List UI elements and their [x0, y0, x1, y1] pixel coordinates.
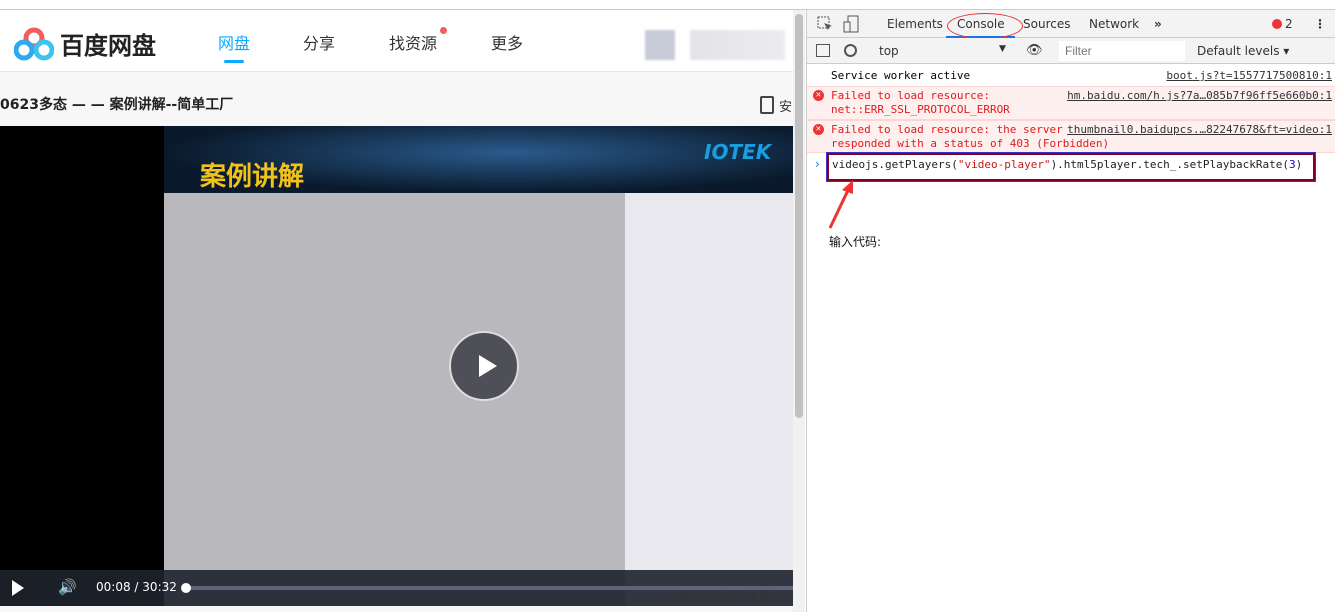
context-dropdown-icon[interactable]: ▼: [999, 44, 1006, 54]
slide-title: 案例讲解: [200, 162, 305, 192]
phone-icon[interactable]: [760, 96, 774, 114]
annotation-circle: [947, 13, 1023, 39]
error-icon: ✕: [813, 124, 824, 135]
eye-icon[interactable]: 👁: [1026, 43, 1043, 58]
prompt-icon: ›: [815, 157, 820, 171]
device-toolbar-icon[interactable]: [843, 15, 859, 33]
time-display: 00:08 / 30:32: [96, 580, 177, 594]
video-player[interactable]: 案例讲解 IOTEK 🔊 00:08 / 30:32 上海海同信息科技有限公司: [0, 126, 793, 606]
user-avatar-blurred[interactable]: [645, 30, 785, 60]
kebab-menu-icon[interactable]: ⋮: [1314, 17, 1326, 31]
header: 百度网盘 网盘 分享 找资源 更多: [0, 10, 793, 72]
message-source-link[interactable]: boot.js?t=1557717500810:1: [1166, 69, 1332, 83]
current-time: 00:08: [96, 580, 131, 594]
message-text: Service worker active: [831, 69, 971, 82]
code-part: ).html5player.tech_.setPlaybackRate(: [1050, 158, 1289, 171]
code-part: ): [1295, 158, 1303, 171]
scrollbar-thumb[interactable]: [795, 14, 803, 418]
more-tabs-button[interactable]: »: [1154, 17, 1162, 31]
play-icon[interactable]: [12, 580, 24, 596]
side-label[interactable]: 安: [779, 96, 792, 115]
progress-handle[interactable]: [181, 583, 191, 593]
video-title: 0623多态 — — 案例讲解--简单工厂: [0, 97, 234, 113]
logo[interactable]: 百度网盘: [14, 26, 156, 61]
devtools-panel: Elements Console Sources Network » 2 ⋮ t…: [806, 10, 1335, 612]
message-text: Failed to load resource: net::ERR_SSL_PR…: [831, 89, 1010, 116]
logo-text: 百度网盘: [60, 32, 156, 60]
volume-icon[interactable]: 🔊: [58, 578, 77, 596]
sidebar-toggle-icon[interactable]: [816, 44, 830, 57]
time-separator: /: [134, 580, 139, 594]
nav-wangpan[interactable]: 网盘: [218, 30, 250, 63]
inspect-icon[interactable]: [817, 16, 833, 32]
slide-logo: IOTEK: [704, 140, 772, 164]
console-error: ✕ Failed to load resource: the server res…: [807, 120, 1335, 153]
levels-dropdown[interactable]: Default levels ▾: [1197, 44, 1289, 58]
window-top: [0, 0, 1335, 10]
error-count[interactable]: 2: [1285, 17, 1293, 31]
filter-input[interactable]: [1059, 41, 1185, 61]
code-string: "video-player": [957, 158, 1051, 171]
message-source-link[interactable]: thumbnail0.baidupcs.…82247678&ft=video:1: [1067, 123, 1332, 137]
message-source-link[interactable]: hm.baidu.com/h.js?7a…085b7f96ff5e660b0:1: [1067, 89, 1332, 103]
tab-sources[interactable]: Sources: [1023, 17, 1070, 31]
console-error: ✕ Failed to load resource: net::ERR_SSL_P…: [807, 86, 1335, 120]
console-message: Service worker active boot.js?t=155771750…: [807, 67, 1335, 85]
clear-console-icon[interactable]: [844, 44, 857, 57]
nav-share[interactable]: 分享: [303, 30, 335, 54]
notification-dot: [440, 27, 447, 34]
console-toolbar: top ▼ 👁 Default levels ▾: [807, 38, 1335, 64]
annotation-arrow-icon: [828, 180, 853, 229]
big-play-button[interactable]: [449, 331, 519, 401]
nav-find-resources[interactable]: 找资源: [389, 30, 437, 54]
devtools-tabbar: Elements Console Sources Network » 2 ⋮: [807, 10, 1335, 39]
duration: 30:32: [142, 580, 177, 594]
page-scrollbar[interactable]: [793, 10, 805, 612]
annotation-note: 输入代码:: [829, 235, 882, 249]
control-bar: 🔊 00:08 / 30:32 上海海同信息科技有限公司: [0, 570, 793, 606]
watermark: 上海海同信息科技有限公司: [669, 592, 789, 603]
tab-elements[interactable]: Elements: [887, 17, 943, 31]
console-input[interactable]: videojs.getPlayers("video-player").html5…: [826, 152, 1316, 182]
error-icon[interactable]: [1272, 19, 1282, 29]
tab-network[interactable]: Network: [1089, 17, 1139, 31]
slide-panel: [625, 193, 793, 606]
context-select[interactable]: top: [879, 44, 899, 58]
code-number: 3: [1288, 158, 1296, 171]
nav-more[interactable]: 更多: [491, 30, 523, 54]
baidu-cloud-icon: [14, 27, 54, 60]
code-part: videojs.getPlayers(: [832, 158, 958, 171]
baidu-pan-page: 百度网盘 网盘 分享 找资源 更多 0623多态 — — 案例讲解--简单工厂 …: [0, 10, 793, 612]
error-icon: ✕: [813, 90, 824, 101]
